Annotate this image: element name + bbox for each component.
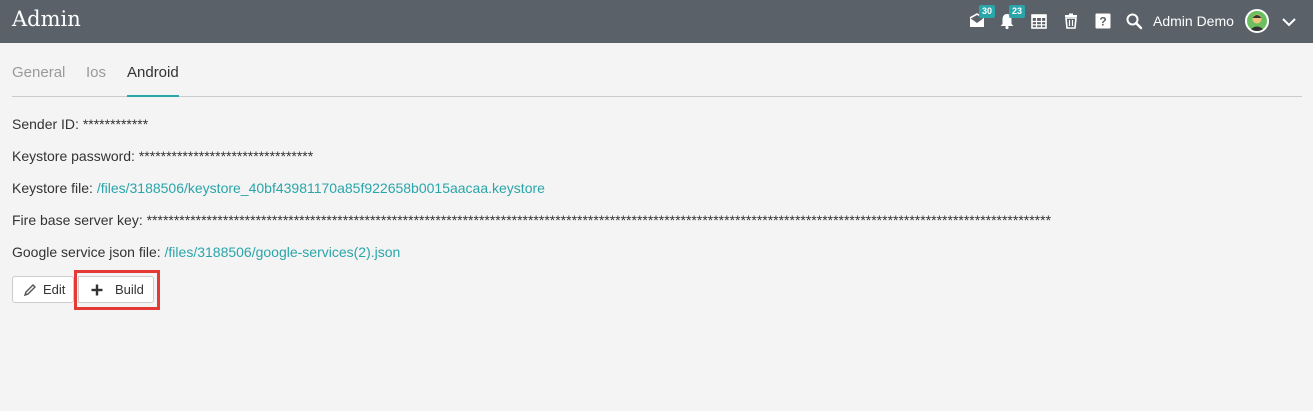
- help-icon[interactable]: ?: [1094, 12, 1112, 30]
- tab-bar: General Ios Android: [12, 60, 1302, 97]
- sender-id-label: Sender ID:: [12, 116, 79, 132]
- keystore-password-label: Keystore password:: [12, 148, 135, 164]
- firebase-key-value: ****************************************…: [146, 212, 1052, 228]
- edit-button-label: Edit: [43, 282, 66, 297]
- sender-id-value: ************: [82, 116, 149, 132]
- keystore-password-row: Keystore password: *********************…: [12, 148, 313, 164]
- user-name[interactable]: Admin Demo: [1153, 13, 1234, 29]
- google-json-label: Google service json file:: [12, 244, 161, 260]
- tab-ios[interactable]: Ios: [86, 64, 106, 95]
- svg-text:?: ?: [1099, 15, 1106, 29]
- build-button-highlight: [74, 270, 160, 310]
- pencil-icon: [23, 283, 36, 296]
- search-icon[interactable]: [1125, 12, 1143, 30]
- keystore-password-value: ********************************: [138, 148, 314, 164]
- tab-android[interactable]: Android: [127, 64, 179, 97]
- notifications-badge: 23: [1009, 5, 1026, 18]
- google-json-row: Google service json file: /files/3188506…: [12, 244, 400, 260]
- trash-icon[interactable]: [1062, 12, 1080, 30]
- keystore-file-link[interactable]: /files/3188506/keystore_40bf43981170a85f…: [97, 180, 545, 196]
- app-title: Admin: [12, 7, 81, 31]
- sender-id-row: Sender ID: ************: [12, 116, 148, 132]
- top-bar: Admin 30 23 ? Admin Demo: [0, 0, 1313, 43]
- firebase-key-row: Fire base server key: ******************…: [12, 212, 1051, 228]
- google-json-link[interactable]: /files/3188506/google-services(2).json: [165, 244, 401, 260]
- tab-general[interactable]: General: [12, 64, 65, 95]
- keystore-file-label: Keystore file:: [12, 180, 93, 196]
- keystore-file-row: Keystore file: /files/3188506/keystore_4…: [12, 180, 545, 196]
- user-avatar-icon: [1249, 14, 1265, 31]
- calendar-icon[interactable]: [1030, 12, 1048, 30]
- chevron-down-icon[interactable]: [1280, 13, 1298, 31]
- avatar[interactable]: [1245, 9, 1269, 33]
- edit-button[interactable]: Edit: [12, 276, 74, 303]
- messages-badge: 30: [979, 5, 996, 18]
- firebase-key-label: Fire base server key:: [12, 212, 143, 228]
